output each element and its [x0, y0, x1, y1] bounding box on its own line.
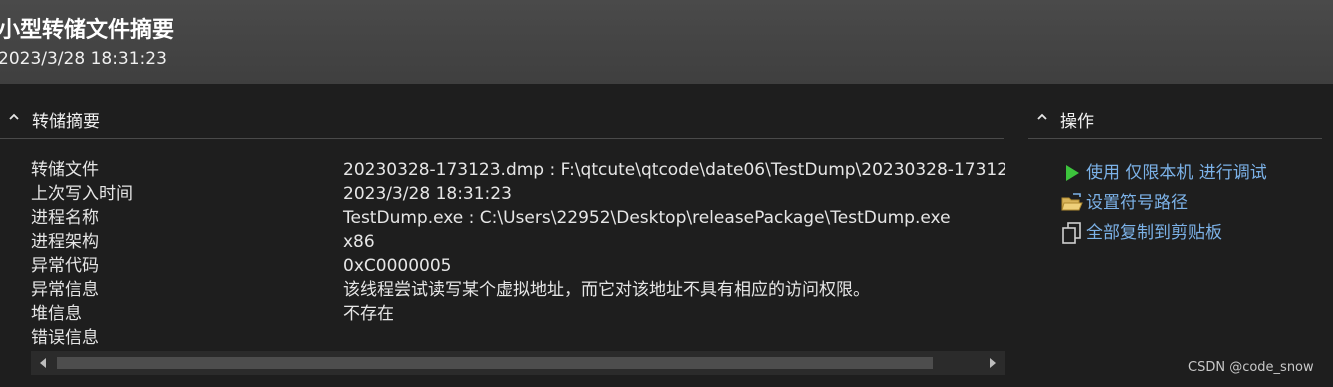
row-key: 异常信息 [31, 280, 99, 300]
row-value: 20230328-173123.dmp : F:\qtcute\qtcode\d… [343, 160, 1005, 180]
dump-summary-header[interactable]: 转储摘要 [2, 106, 100, 132]
row-key: 转储文件 [31, 160, 99, 180]
action-label: 全部复制到剪贴板 [1086, 223, 1222, 243]
row-key: 堆信息 [31, 304, 82, 324]
scroll-left-icon[interactable] [31, 351, 55, 375]
row-value: 该线程尝试读写某个虚拟地址，而它对该地址不具有相应的访问权限。 [343, 280, 870, 300]
row-key: 异常代码 [31, 256, 99, 276]
set-symbol-path-link[interactable]: 设置符号路径 [1060, 191, 1188, 215]
row-value: TestDump.exe : C:\Users\22952\Desktop\re… [343, 208, 951, 228]
summary-divider [0, 138, 1004, 139]
play-icon [1060, 162, 1084, 184]
actions-header[interactable]: 操作 [1030, 106, 1094, 132]
copy-icon [1060, 222, 1084, 244]
folder-open-icon [1060, 192, 1084, 214]
row-key: 上次写入时间 [31, 184, 133, 204]
row-value: 2023/3/28 18:31:23 [343, 184, 512, 204]
scroll-right-icon[interactable] [981, 351, 1005, 375]
row-value: 不存在 [343, 304, 394, 324]
actions-divider [1028, 138, 1322, 139]
chevron-up-icon [2, 111, 26, 127]
row-value: x86 [343, 232, 375, 252]
row-value: 0xC0000005 [343, 256, 452, 276]
actions-title: 操作 [1060, 111, 1094, 132]
summary-table: 转储文件 20230328-173123.dmp : F:\qtcute\qtc… [0, 150, 1005, 350]
action-label: 设置符号路径 [1086, 193, 1188, 213]
horizontal-scrollbar[interactable] [31, 351, 1005, 375]
action-label: 使用 仅限本机 进行调试 [1086, 163, 1267, 183]
row-key: 进程架构 [31, 232, 99, 252]
copy-all-to-clipboard-link[interactable]: 全部复制到剪贴板 [1060, 221, 1222, 245]
dump-summary-title: 转储摘要 [32, 111, 100, 132]
page-timestamp: 2023/3/28 18:31:23 [0, 49, 167, 69]
scrollbar-thumb[interactable] [57, 357, 933, 369]
watermark: CSDN @code_snow [1188, 360, 1314, 375]
summary-header: 小型转储文件摘要 2023/3/28 18:31:23 [0, 0, 1333, 84]
row-key: 错误信息 [31, 328, 99, 348]
row-key: 进程名称 [31, 208, 99, 228]
page-title: 小型转储文件摘要 [0, 18, 175, 43]
chevron-up-icon [1030, 111, 1054, 127]
debug-native-only-link[interactable]: 使用 仅限本机 进行调试 [1060, 161, 1267, 185]
